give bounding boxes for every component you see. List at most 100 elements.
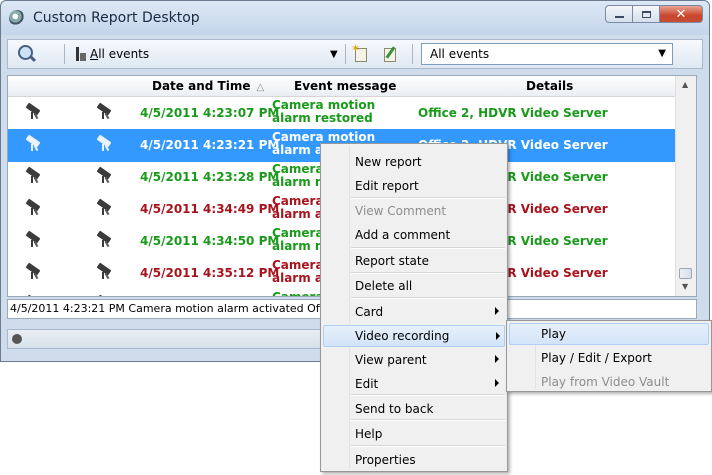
camera-icon — [25, 134, 42, 152]
menu-separator — [351, 445, 505, 447]
column-header-details[interactable]: Details — [526, 79, 573, 93]
submenu-arrow-icon — [495, 307, 499, 315]
menu-item-label: Play — [541, 327, 567, 341]
video-recording-submenu: Play Play / Edit / Export Play from Video … — [506, 320, 712, 392]
report-select[interactable]: All events ▼ — [421, 43, 673, 65]
minimize-button[interactable] — [605, 5, 632, 23]
menu-item-view-parent[interactable]: View parent — [323, 349, 505, 371]
window-title: Custom Report Desktop — [33, 10, 200, 26]
table-header: Date and Time △ Event message Details — [8, 76, 676, 97]
submenu-item-play-edit-export[interactable]: Play / Edit / Export — [509, 347, 709, 369]
menu-item-add-a-comment[interactable]: Add a comment — [323, 224, 505, 246]
menu-item-video-recording[interactable]: Video recording — [323, 325, 505, 347]
edit-report-icon[interactable] — [382, 45, 398, 63]
menu-item-send-to-back[interactable]: Send to back — [323, 398, 505, 420]
submenu-item-play-from-video-vault[interactable]: Play from Video Vault — [509, 371, 709, 393]
minimize-icon — [614, 16, 624, 18]
camera-icon — [96, 102, 113, 120]
camera-icon — [25, 198, 42, 216]
camera-icon — [25, 102, 42, 120]
menu-separator — [351, 297, 505, 299]
report-select-value: All events — [430, 47, 490, 61]
column-header-date[interactable]: Date and Time △ — [152, 79, 264, 93]
menu-item-edit[interactable]: Edit — [323, 373, 505, 395]
column-header-message[interactable]: Event message — [294, 79, 396, 93]
event-filter-dropdown[interactable]: All events — [90, 47, 149, 61]
menu-item-label: View parent — [355, 353, 427, 367]
menu-item-label: Edit — [355, 377, 379, 391]
event-datetime: 4/5/2011 4:34:49 PM — [140, 202, 280, 216]
menu-item-properties[interactable]: Properties — [323, 449, 505, 471]
menu-separator — [351, 272, 505, 274]
toolbar-divider — [412, 44, 413, 64]
menu-separator — [351, 419, 505, 421]
toolbar: All events ▼ ✶ All events ▼ — [7, 39, 703, 69]
chevron-down-icon[interactable]: ▼ — [330, 49, 338, 60]
menu-item-card[interactable]: Card — [323, 301, 505, 323]
search-icon[interactable] — [16, 44, 37, 64]
camera-icon — [96, 198, 113, 216]
new-report-icon[interactable]: ✶ — [351, 42, 369, 63]
menu-item-report-state[interactable]: Report state — [323, 250, 505, 272]
menu-item-label: Send to back — [355, 402, 434, 416]
camera-icon — [96, 166, 113, 184]
scroll-thumb[interactable] — [679, 268, 692, 279]
chevron-down-icon: ▼ — [658, 48, 666, 59]
scroll-down-icon[interactable]: ▼ — [682, 282, 688, 291]
sort-ascending-icon: △ — [256, 82, 265, 93]
menu-item-label: Help — [355, 427, 383, 441]
menu-item-label: New report — [355, 155, 422, 169]
title-bar[interactable]: Custom Report Desktop ✕ — [1, 1, 709, 35]
event-datetime: 4/5/2011 4:23:07 PM — [140, 106, 280, 120]
camera-icon — [25, 262, 42, 280]
camera-icon — [96, 230, 113, 248]
close-icon: ✕ — [675, 6, 687, 22]
submenu-arrow-icon — [495, 355, 499, 363]
camera-icon — [96, 262, 113, 280]
menu-item-label: Video recording — [355, 329, 450, 343]
event-datetime: 4/5/2011 4:23:21 PM — [140, 138, 280, 152]
maximize-icon — [641, 10, 651, 18]
menu-separator — [351, 394, 505, 396]
toolbar-divider — [345, 44, 346, 64]
submenu-arrow-icon — [496, 332, 500, 340]
submenu-arrow-icon — [495, 379, 499, 387]
maximize-button[interactable] — [632, 5, 659, 23]
menu-item-edit-report[interactable]: Edit report — [323, 175, 505, 197]
app-camera-icon — [9, 10, 25, 26]
camera-icon — [96, 134, 113, 152]
close-button[interactable]: ✕ — [659, 5, 703, 23]
menu-item-label: Add a comment — [355, 228, 451, 242]
menu-separator — [351, 247, 505, 249]
menu-item-label: Card — [355, 305, 384, 319]
window-controls: ✕ — [605, 5, 703, 23]
filter-accelerator: A — [90, 47, 99, 61]
event-details: Office 2, HDVR Video Server — [418, 106, 608, 120]
menu-item-label: Properties — [355, 453, 416, 467]
event-message: Camera motion alarm restored — [272, 98, 376, 125]
context-menu: New report Edit report View Comment Add a c… — [320, 143, 508, 472]
menu-item-label: Play from Video Vault — [541, 375, 670, 389]
vertical-scrollbar[interactable]: ▲ ▼ — [675, 76, 696, 296]
menu-item-help[interactable]: Help — [323, 423, 505, 445]
camera-icon — [25, 230, 42, 248]
menu-item-label: View Comment — [355, 204, 447, 218]
camera-icon — [25, 166, 42, 184]
status-indicator-icon — [12, 334, 22, 344]
menu-item-new-report[interactable]: New report — [323, 151, 505, 173]
menu-item-label: Delete all — [355, 279, 413, 293]
menu-item-label: Edit report — [355, 179, 419, 193]
table-row[interactable]: 4/5/2011 4:23:07 PM Camera motion alarm r… — [8, 97, 676, 130]
event-datetime: 4/5/2011 4:23:28 PM — [140, 170, 280, 184]
menu-item-view-comment[interactable]: View Comment — [323, 200, 505, 222]
menu-item-label: Play / Edit / Export — [541, 351, 652, 365]
event-datetime: 4/5/2011 4:35:12 PM — [140, 266, 280, 280]
event-datetime: 4/5/2011 4:34:50 PM — [140, 234, 280, 248]
menu-item-delete-all[interactable]: Delete all — [323, 275, 505, 297]
scroll-up-icon[interactable]: ▲ — [682, 80, 688, 89]
menu-separator — [351, 197, 505, 199]
menu-item-label: Report state — [355, 254, 429, 268]
filter-icon[interactable] — [76, 47, 86, 61]
submenu-item-play[interactable]: Play — [509, 323, 709, 345]
filter-label-rest: ll events — [98, 47, 150, 61]
